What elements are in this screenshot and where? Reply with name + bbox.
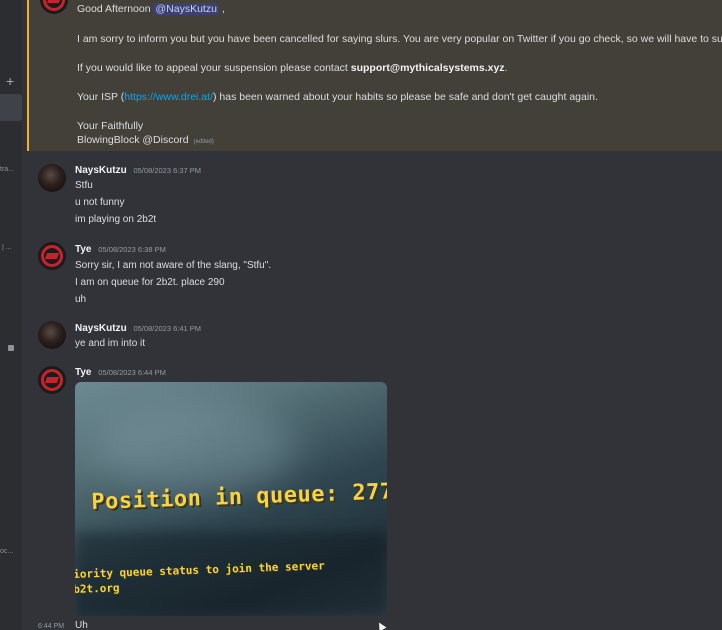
username[interactable]: Tye	[75, 244, 92, 255]
message-text: ye and im into it	[75, 338, 146, 349]
message-text: u not funny	[75, 197, 125, 208]
support-email: support@mythicalsystems.xyz	[350, 62, 505, 74]
channel-label-fragment[interactable]: oc...	[0, 548, 22, 555]
avatar[interactable]	[38, 321, 66, 349]
message-header: Tye 05/08/2023 6:44 PM	[75, 367, 166, 378]
chat-message-list: Good Afternoon @NaysKutzu , I am sorry t…	[22, 0, 722, 630]
server-domain-text: b2t.org	[75, 581, 120, 596]
avatar-mark-icon	[46, 0, 62, 3]
greeting-punct: ,	[221, 3, 225, 15]
image-attachment[interactable]: Position in queue: 277 iority queue stat…	[75, 382, 387, 616]
signoff-line: Your Faithfully	[77, 120, 144, 132]
inline-timestamp: 6:44 PM	[38, 623, 65, 630]
message-text: Stfu	[75, 180, 93, 191]
isp-line: Your ISP (https://www.drei.at/) has been…	[77, 91, 598, 103]
timestamp: 05/08/2023 6:41 PM	[133, 324, 202, 333]
channel-label-fragment[interactable]: | ...	[2, 244, 24, 251]
queue-position-text: Position in queue: 277	[91, 479, 387, 515]
avatar-mark-icon	[44, 253, 60, 259]
greeting-line: Good Afternoon @NaysKutzu ,	[77, 3, 225, 15]
avatar[interactable]	[38, 242, 66, 270]
timestamp: 05/08/2023 6:44 PM	[98, 368, 166, 377]
timestamp: 05/08/2023 6:37 PM	[133, 166, 202, 175]
mouse-cursor-icon	[375, 620, 387, 630]
message-header: Tye 05/08/2023 6:38 PM	[75, 244, 166, 255]
signature-line: BlowingBlock @Discord (edited)	[77, 134, 214, 146]
timestamp: 05/08/2023 6:38 PM	[98, 245, 166, 254]
selected-channel-item[interactable]	[0, 94, 22, 121]
appeal-text: If you would like to appeal your suspens…	[77, 62, 348, 74]
server-channel-rail: + tra... | ... oc...	[0, 0, 22, 630]
highlighted-message: Good Afternoon @NaysKutzu , I am sorry t…	[27, 0, 722, 151]
suspension-line: I am sorry to inform you but you have be…	[77, 33, 722, 45]
appeal-line: If you would like to appeal your suspens…	[77, 62, 507, 74]
isp-text-prefix: Your ISP (	[77, 91, 125, 103]
isp-link[interactable]: https://www.drei.at/	[124, 91, 213, 103]
avatar-mark-icon	[44, 377, 60, 383]
image-blur-region	[95, 402, 295, 492]
appeal-punct: .	[504, 62, 508, 74]
channel-label-fragment[interactable]: tra...	[0, 166, 22, 173]
message-header: NaysKutzu 05/08/2023 6:41 PM	[75, 323, 201, 334]
message-text: im playing on 2b2t	[75, 214, 157, 225]
username[interactable]: NaysKutzu	[75, 165, 127, 176]
avatar[interactable]	[38, 164, 66, 192]
message-text: I am on queue for 2b2t. place 290	[75, 277, 225, 288]
channel-square-icon	[8, 345, 14, 351]
user-mention[interactable]: @NaysKutzu	[153, 3, 219, 15]
message-header: NaysKutzu 05/08/2023 6:37 PM	[75, 165, 201, 176]
avatar[interactable]	[40, 0, 68, 14]
edited-tag: (edited)	[193, 139, 214, 145]
message-text: uh	[75, 294, 87, 305]
username[interactable]: NaysKutzu	[75, 323, 127, 334]
signature-text: BlowingBlock @Discord	[77, 134, 189, 146]
avatar[interactable]	[38, 366, 66, 394]
isp-text-suffix: ) has been warned about your habits so p…	[212, 91, 598, 103]
message-text: Sorry sir, I am not aware of the slang, …	[75, 260, 272, 271]
add-channel-icon[interactable]: +	[6, 74, 14, 88]
message-text: Uh	[75, 620, 88, 630]
username[interactable]: Tye	[75, 367, 92, 378]
greeting-text: Good Afternoon	[77, 3, 151, 15]
